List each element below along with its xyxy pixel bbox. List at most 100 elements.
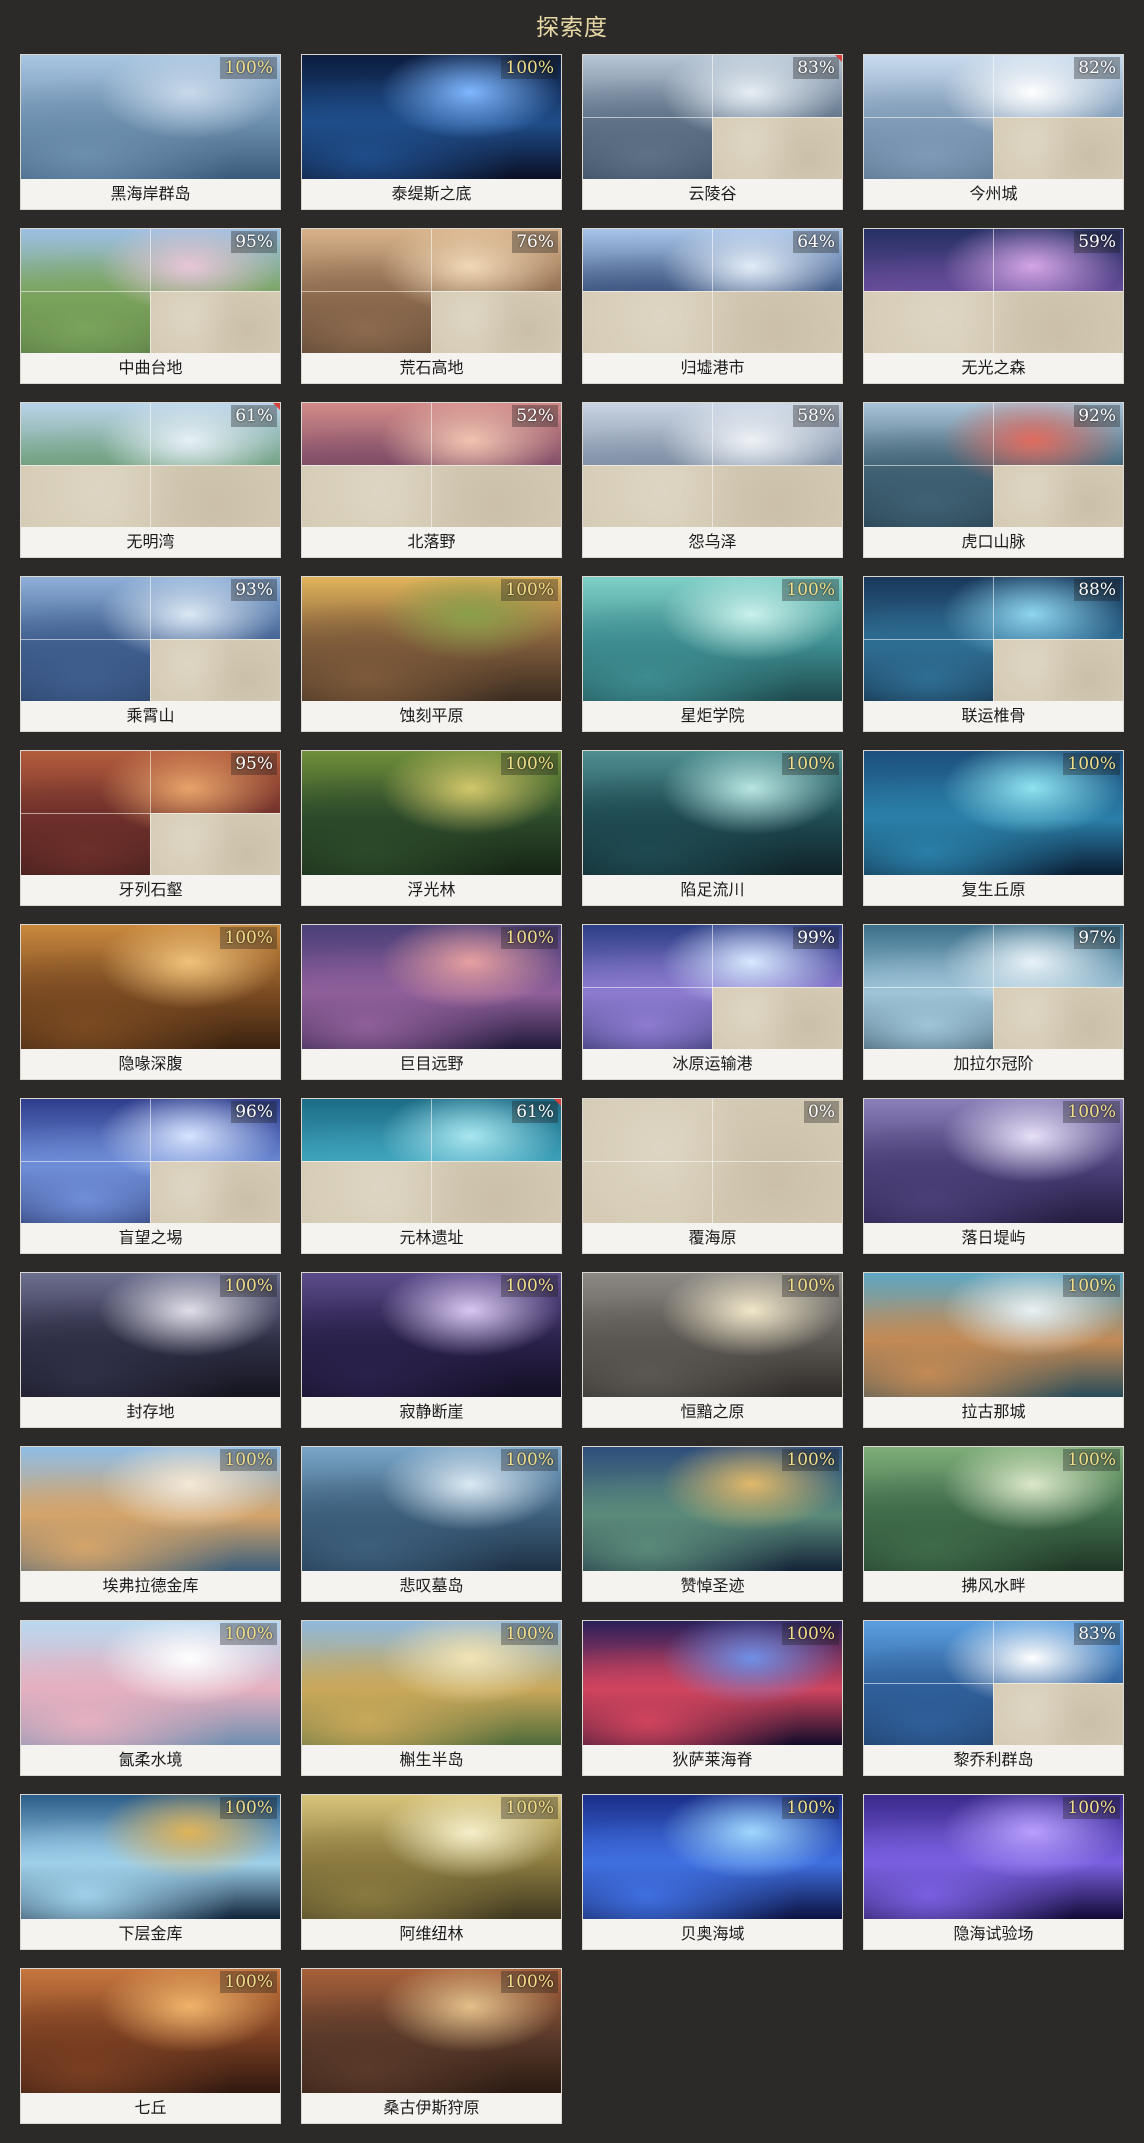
region-card[interactable]: 100% 巨目远野 (301, 924, 562, 1080)
unexplored-fog (993, 1683, 1123, 1745)
region-name: 荒石高地 (302, 353, 561, 383)
region-card[interactable]: 100% 泰缇斯之底 (301, 54, 562, 210)
region-thumbnail: 100% (583, 751, 842, 875)
region-card[interactable]: 100% 悲叹墓岛 (301, 1446, 562, 1602)
region-card[interactable]: 83% 云陵谷 (582, 54, 843, 210)
region-name: 黑海岸群岛 (21, 179, 280, 209)
region-card[interactable]: 76% 荒石高地 (301, 228, 562, 384)
region-card[interactable]: 88% 联运椎骨 (863, 576, 1124, 732)
region-thumbnail: 100% (864, 1447, 1123, 1571)
corner-flag-icon (554, 1099, 561, 1106)
region-name: 蚀刻平原 (302, 701, 561, 731)
region-name: 七丘 (21, 2093, 280, 2123)
region-thumbnail: 58% (583, 403, 842, 527)
region-card[interactable]: 99% 冰原运输港 (582, 924, 843, 1080)
region-card[interactable]: 96% 盲望之埸 (20, 1098, 281, 1254)
region-thumbnail: 100% (21, 925, 280, 1049)
region-card[interactable]: 100% 复生丘原 (863, 750, 1124, 906)
region-card[interactable]: 95% 中曲台地 (20, 228, 281, 384)
exploration-percent: 100% (1063, 1101, 1120, 1123)
region-card[interactable]: 93% 乘霄山 (20, 576, 281, 732)
region-card[interactable]: 83% 黎乔利群岛 (863, 1620, 1124, 1776)
exploration-percent: 100% (501, 579, 558, 601)
region-card[interactable]: 100% 狄萨莱海脊 (582, 1620, 843, 1776)
region-card[interactable]: 100% 陷足流川 (582, 750, 843, 906)
region-card[interactable]: 100% 落日堤屿 (863, 1098, 1124, 1254)
region-card[interactable]: 100% 隐海试验场 (863, 1794, 1124, 1950)
unexplored-fog (993, 117, 1123, 179)
region-card[interactable]: 100% 蚀刻平原 (301, 576, 562, 732)
region-card[interactable]: 97% 加拉尔冠阶 (863, 924, 1124, 1080)
exploration-percent: 76% (512, 231, 558, 253)
exploration-percent: 100% (501, 1449, 558, 1471)
region-name: 桑古伊斯狩原 (302, 2093, 561, 2123)
region-card[interactable]: 61% 元林遗址 (301, 1098, 562, 1254)
region-card[interactable]: 100% 拂风水畔 (863, 1446, 1124, 1602)
exploration-percent: 100% (220, 1275, 277, 1297)
region-card[interactable]: 100% 寂静断崖 (301, 1272, 562, 1428)
region-card[interactable]: 100% 黑海岸群岛 (20, 54, 281, 210)
region-thumbnail: 95% (21, 229, 280, 353)
map-grid-line (21, 291, 280, 292)
region-card[interactable]: 52% 北落野 (301, 402, 562, 558)
exploration-percent: 0% (804, 1101, 839, 1123)
region-card[interactable]: 100% 拉古那城 (863, 1272, 1124, 1428)
region-thumbnail: 96% (21, 1099, 280, 1223)
region-name: 埃弗拉德金库 (21, 1571, 280, 1601)
region-card[interactable]: 0% 覆海原 (582, 1098, 843, 1254)
region-thumbnail: 100% (21, 1273, 280, 1397)
region-card[interactable]: 100% 贝奥海域 (582, 1794, 843, 1950)
region-card[interactable]: 61% 无明湾 (20, 402, 281, 558)
region-card[interactable]: 100% 阿维纽林 (301, 1794, 562, 1950)
region-thumbnail: 64% (583, 229, 842, 353)
region-card[interactable]: 100% 桑古伊斯狩原 (301, 1968, 562, 2124)
region-thumbnail: 100% (302, 1795, 561, 1919)
map-grid-line (864, 291, 1123, 292)
region-card[interactable]: 59% 无光之森 (863, 228, 1124, 384)
region-card[interactable]: 64% 归墟港市 (582, 228, 843, 384)
region-card[interactable]: 100% 封存地 (20, 1272, 281, 1428)
region-thumbnail: 82% (864, 55, 1123, 179)
exploration-percent: 100% (501, 1971, 558, 1993)
unexplored-fog (993, 639, 1123, 701)
exploration-percent: 100% (782, 1797, 839, 1819)
region-card[interactable]: 100% 恒黯之原 (582, 1272, 843, 1428)
region-card[interactable]: 100% 星炬学院 (582, 576, 843, 732)
region-name: 狄萨莱海脊 (583, 1745, 842, 1775)
region-card[interactable]: 82% 今州城 (863, 54, 1124, 210)
map-grid-line (583, 465, 842, 466)
map-grid-line (864, 987, 1123, 988)
region-name: 加拉尔冠阶 (864, 1049, 1123, 1079)
region-thumbnail: 52% (302, 403, 561, 527)
region-card[interactable]: 95% 牙列石壑 (20, 750, 281, 906)
region-card[interactable]: 100% 赞悼圣迹 (582, 1446, 843, 1602)
region-card[interactable]: 100% 埃弗拉德金库 (20, 1446, 281, 1602)
region-name: 隐海试验场 (864, 1919, 1123, 1949)
region-card[interactable]: 58% 怨乌泽 (582, 402, 843, 558)
map-grid-line (302, 291, 561, 292)
exploration-percent: 100% (501, 927, 558, 949)
region-name: 拂风水畔 (864, 1571, 1123, 1601)
region-thumbnail: 100% (583, 1621, 842, 1745)
region-name: 牙列石壑 (21, 875, 280, 905)
exploration-percent: 100% (1063, 753, 1120, 775)
map-grid-line (864, 117, 1123, 118)
unexplored-fog (712, 117, 842, 179)
unexplored-fog (150, 291, 280, 353)
region-card[interactable]: 100% 浮光林 (301, 750, 562, 906)
region-thumbnail: 61% (21, 403, 280, 527)
region-name: 陷足流川 (583, 875, 842, 905)
region-thumbnail: 100% (864, 1099, 1123, 1223)
exploration-percent: 61% (512, 1101, 558, 1123)
region-name: 恒黯之原 (583, 1397, 842, 1427)
exploration-percent: 59% (1074, 231, 1120, 253)
region-card[interactable]: 100% 七丘 (20, 1968, 281, 2124)
exploration-percent: 100% (220, 57, 277, 79)
region-card[interactable]: 100% 氤柔水境 (20, 1620, 281, 1776)
region-card[interactable]: 100% 隐喙深腹 (20, 924, 281, 1080)
exploration-percent: 83% (1074, 1623, 1120, 1645)
region-card[interactable]: 92% 虎口山脉 (863, 402, 1124, 558)
region-card[interactable]: 100% 槲生半岛 (301, 1620, 562, 1776)
region-card[interactable]: 100% 下层金库 (20, 1794, 281, 1950)
exploration-percent: 97% (1074, 927, 1120, 949)
